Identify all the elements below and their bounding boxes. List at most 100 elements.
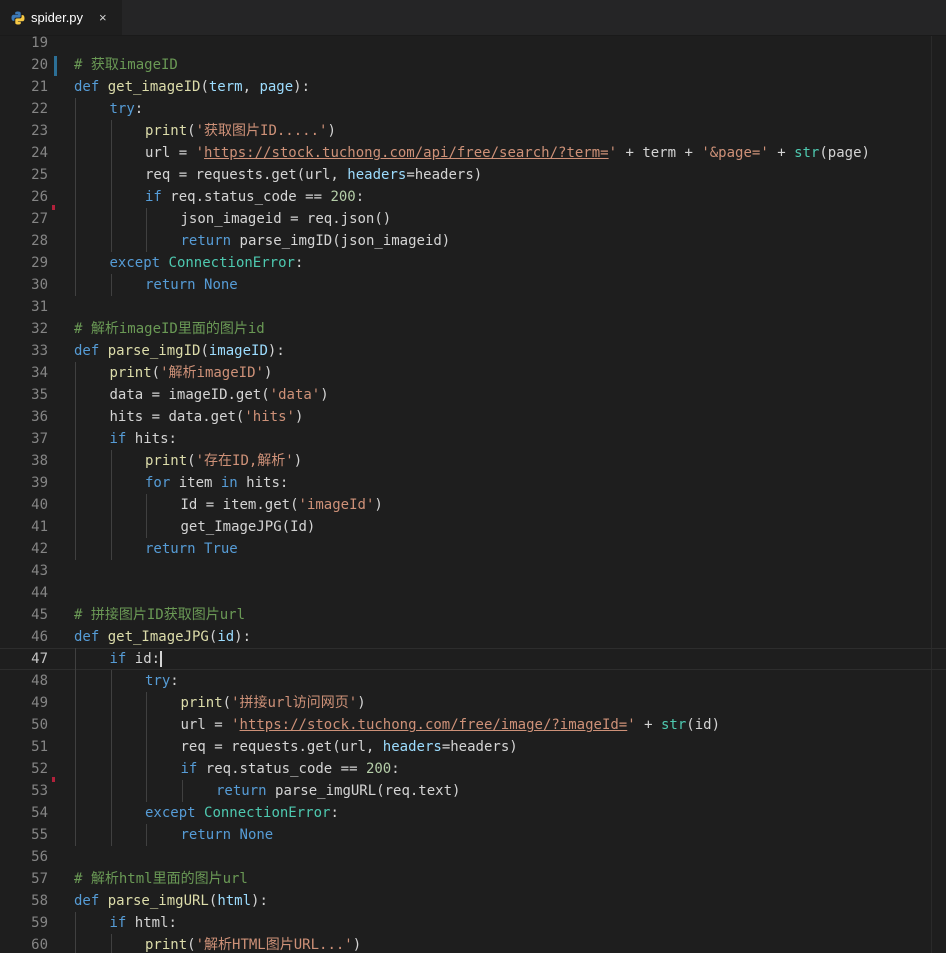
code-line[interactable]: 60 print('解析HTML图片URL...') (0, 934, 946, 953)
code-token: html (217, 893, 252, 909)
code-token: ' (195, 145, 205, 161)
code-line[interactable]: 22 try: (0, 98, 946, 120)
code-line[interactable]: 26 if req.status_code == 200: (0, 186, 946, 208)
line-number: 47 (31, 651, 48, 667)
code-text: # 解析html里面的图片url (74, 868, 248, 890)
code-line[interactable]: 31 (0, 296, 946, 318)
line-number: 38 (31, 453, 48, 469)
code-editor[interactable]: 19 20 # 获取imageID 21 def get_imageID(term, p… (0, 36, 946, 953)
line-number: 52 (31, 761, 48, 777)
indent-guide (75, 494, 76, 516)
indent-guide (75, 208, 76, 230)
tab-spider-py[interactable]: spider.py × (0, 0, 122, 35)
code-line[interactable]: 46 def get_ImageJPG(id): (0, 626, 946, 648)
indent-guide (146, 692, 147, 714)
indent-guide (75, 758, 76, 780)
code-line[interactable]: 19 (0, 36, 946, 54)
line-number: 26 (31, 189, 48, 205)
code-token: 200 (365, 761, 392, 777)
code-token: item (178, 475, 221, 491)
code-text: return None (145, 274, 238, 296)
code-line[interactable]: 20 # 获取imageID (0, 54, 946, 76)
code-line[interactable]: 25 req = requests.get(url, headers=header… (0, 164, 946, 186)
code-line[interactable]: 53 return parse_imgURL(req.text) (0, 780, 946, 802)
code-token: ' (627, 717, 636, 733)
code-line[interactable]: 32 # 解析imageID里面的图片id (0, 318, 946, 340)
code-token: parse_imgURL (107, 893, 209, 909)
code-token: hits: (246, 475, 289, 491)
code-line[interactable]: 55 return None (0, 824, 946, 846)
code-line[interactable]: 54 except ConnectionError: (0, 802, 946, 824)
code-line[interactable]: 41 get_ImageJPG(Id) (0, 516, 946, 538)
indent-guide (110, 780, 112, 802)
code-line[interactable]: 37 if hits: (0, 428, 946, 450)
code-line[interactable]: 21 def get_imageID(term, page): (0, 76, 946, 98)
indent-guide (110, 142, 112, 164)
code-text: try: (145, 670, 179, 692)
code-line[interactable]: 47 if id: (0, 648, 946, 670)
line-number: 39 (31, 475, 48, 491)
code-line[interactable]: 40 Id = item.get('imageId') (0, 494, 946, 516)
code-line[interactable]: 52 if req.status_code == 200: (0, 758, 946, 780)
code-line[interactable]: 45 # 拼接图片ID获取图片url (0, 604, 946, 626)
indent-guide (110, 692, 112, 714)
code-token: req.status_code == (170, 189, 331, 205)
code-line[interactable]: 57 # 解析html里面的图片url (0, 868, 946, 890)
code-line[interactable]: 23 print('获取图片ID.....') (0, 120, 946, 142)
code-token: None (204, 277, 238, 293)
code-token: ( (187, 123, 196, 139)
code-token: + (635, 717, 661, 733)
code-token: def (74, 629, 108, 645)
code-line[interactable]: 59 if html: (0, 912, 946, 934)
code-line[interactable]: 33 def parse_imgID(imageID): (0, 340, 946, 362)
code-line[interactable]: 30 return None (0, 274, 946, 296)
code-line[interactable]: 24 url = 'https://stock.tuchong.com/api/f… (0, 142, 946, 164)
indent-guide (110, 670, 112, 692)
tab-label: spider.py (31, 10, 84, 25)
code-token: ) (357, 695, 366, 711)
code-line[interactable]: 56 (0, 846, 946, 868)
line-number: 50 (31, 717, 48, 733)
indent-guide (110, 538, 112, 560)
code-token: '解析HTML图片URL...' (195, 937, 353, 953)
code-line[interactable]: 51 req = requests.get(url, headers=header… (0, 736, 946, 758)
line-number: 22 (31, 101, 48, 117)
code-token: get_ImageJPG(Id) (180, 519, 316, 535)
code-token: id (217, 629, 235, 645)
code-line[interactable]: 44 (0, 582, 946, 604)
code-text: except ConnectionError: (145, 802, 339, 824)
code-line[interactable]: 27 json_imageid = req.json() (0, 208, 946, 230)
code-line[interactable]: 38 print('存在ID,解析') (0, 450, 946, 472)
close-icon[interactable]: × (99, 10, 107, 25)
code-text: url = 'https://stock.tuchong.com/api/fre… (145, 142, 870, 164)
code-text: hits = data.get('hits') (110, 406, 304, 428)
code-line[interactable]: 35 data = imageID.get('data') (0, 384, 946, 406)
code-line[interactable]: 50 url = 'https://stock.tuchong.com/free/… (0, 714, 946, 736)
indent-guide (75, 912, 76, 934)
code-token: ) (374, 497, 383, 513)
code-line[interactable]: 36 hits = data.get('hits') (0, 406, 946, 428)
indent-guide (75, 274, 76, 296)
code-token: True (204, 541, 238, 557)
code-token: hits = data.get( (109, 409, 245, 425)
code-line[interactable]: 39 for item in hits: (0, 472, 946, 494)
code-line[interactable]: 28 return parse_imgID(json_imageid) (0, 230, 946, 252)
code-line[interactable]: 48 try: (0, 670, 946, 692)
code-token: if (145, 189, 171, 205)
code-line[interactable]: 58 def parse_imgURL(html): (0, 890, 946, 912)
code-token: 'data' (269, 387, 321, 403)
code-token: '解析imageID' (160, 365, 264, 381)
code-token: : (170, 673, 179, 689)
code-line[interactable]: 29 except ConnectionError: (0, 252, 946, 274)
code-token: : (330, 805, 339, 821)
code-token: if (109, 915, 135, 931)
code-token: url = (180, 717, 232, 733)
code-line[interactable]: 49 print('拼接url访问网页') (0, 692, 946, 714)
code-text: try: (110, 98, 144, 120)
code-token: term (208, 79, 243, 95)
code-line[interactable]: 34 print('解析imageID') (0, 362, 946, 384)
code-text: if req.status_code == 200: (145, 186, 364, 208)
code-line[interactable]: 42 return True (0, 538, 946, 560)
code-line[interactable]: 43 (0, 560, 946, 582)
indent-guide (146, 758, 147, 780)
